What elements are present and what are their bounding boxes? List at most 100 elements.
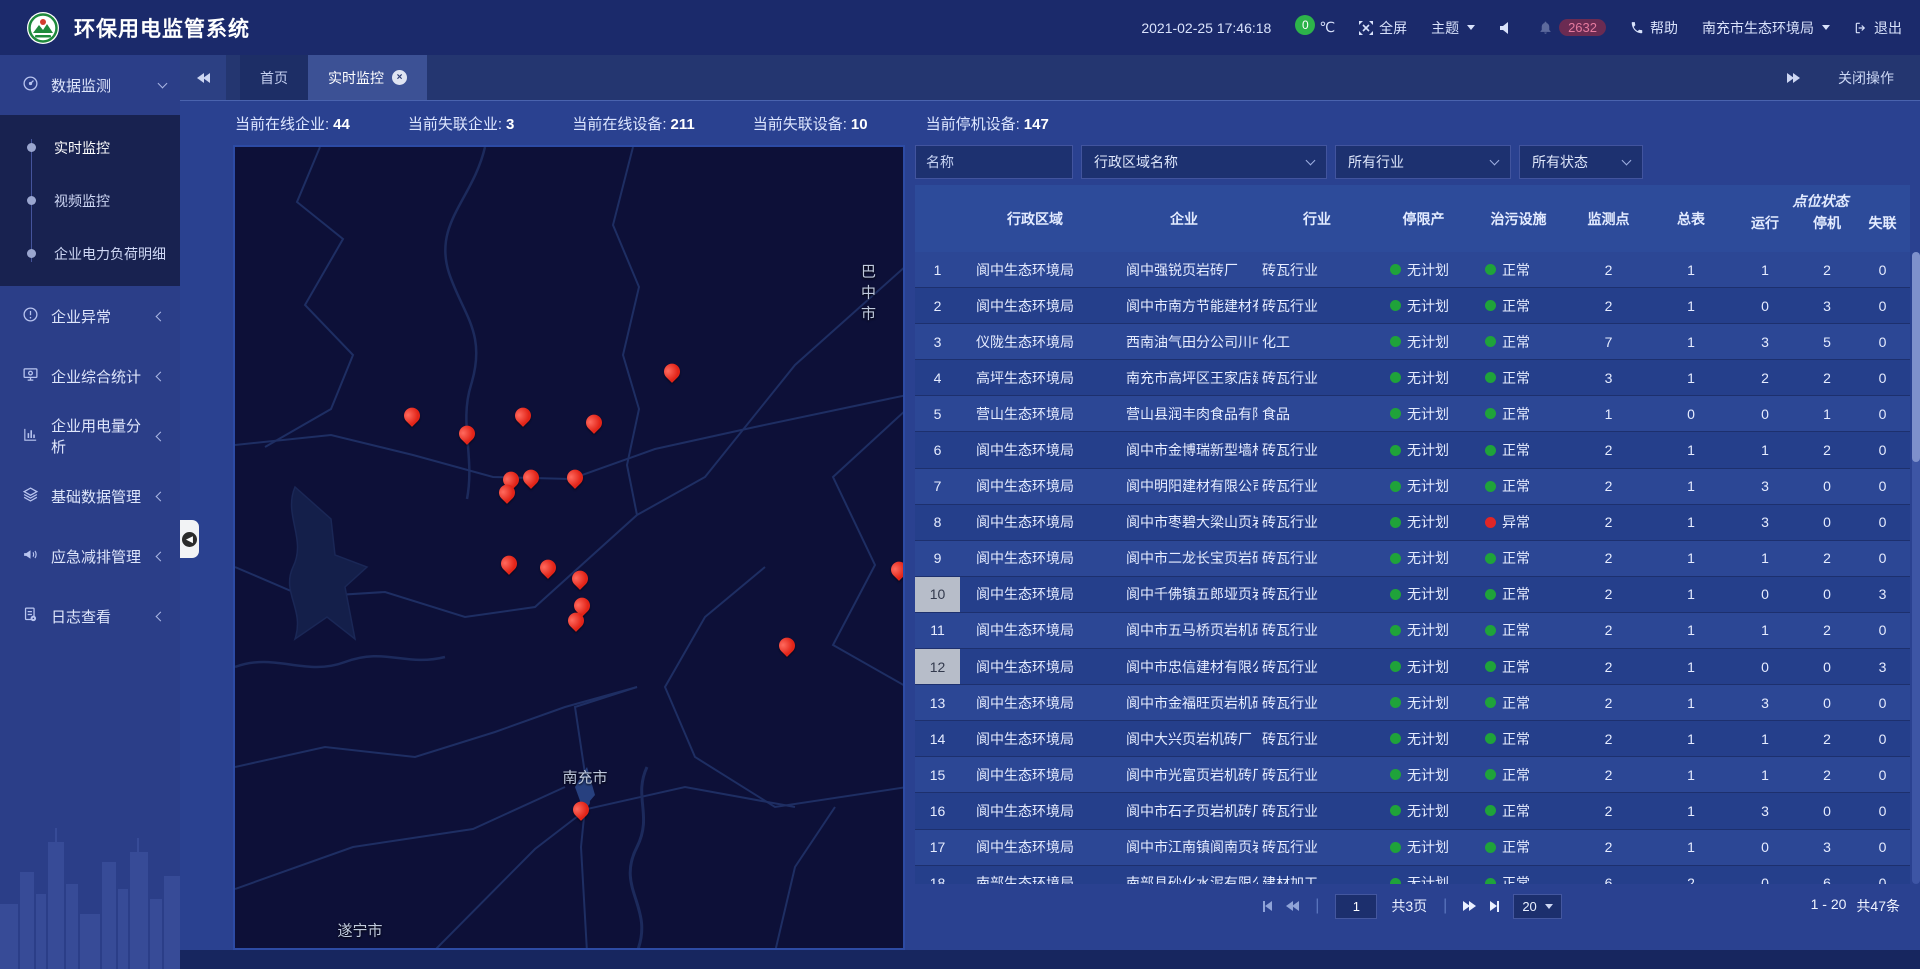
cell-facility: 正常 <box>1471 360 1566 395</box>
sidebar-item-emergency-reduction[interactable]: 应急减排管理 <box>0 526 180 586</box>
tabs-scroll-left-button[interactable] <box>180 55 226 100</box>
cell-run: 0 <box>1731 830 1799 865</box>
tab-realtime-monitor[interactable]: 实时监控 <box>308 55 427 100</box>
status-dot-green <box>1485 445 1496 456</box>
cell-stop: 无计划 <box>1376 757 1471 792</box>
stat-label: 当前失联设备: <box>753 116 847 133</box>
col-total: 总表 <box>1651 185 1731 252</box>
sidebar-item-power-load-detail[interactable]: 企业电力负荷明细 <box>0 227 180 280</box>
table-row[interactable]: 2阆中生态环境局阆中市南方节能建材有砖瓦行业无计划正常21030 <box>915 288 1910 324</box>
table-row[interactable]: 13阆中生态环境局阆中市金福旺页岩机砖砖瓦行业无计划正常21300 <box>915 685 1910 721</box>
mute-button[interactable] <box>1499 21 1514 35</box>
page-number-input[interactable] <box>1335 894 1377 919</box>
cell-company: 阆中市石子页岩机砖厂 <box>1110 793 1258 828</box>
table-row[interactable]: 14阆中生态环境局阆中大兴页岩机砖厂砖瓦行业无计划正常21120 <box>915 721 1910 757</box>
status-dot-green <box>1390 661 1401 672</box>
table-row[interactable]: 8阆中生态环境局阆中市枣碧大梁山页岩砖瓦行业无计划异常21300 <box>915 505 1910 541</box>
table-row[interactable]: 6阆中生态环境局阆中市金博瑞新型墙材砖瓦行业无计划正常21120 <box>915 432 1910 468</box>
name-search-input[interactable] <box>915 145 1073 179</box>
cell-facility: 正常 <box>1471 324 1566 359</box>
cell-lost: 0 <box>1855 469 1910 504</box>
cell-lost: 0 <box>1855 288 1910 323</box>
table-row[interactable]: 17阆中生态环境局阆中市江南镇阆南页岩砖瓦行业无计划正常21030 <box>915 830 1910 866</box>
theme-selector[interactable]: 主题 <box>1431 18 1475 38</box>
status-dot-green <box>1390 445 1401 456</box>
status-dot-green <box>1390 553 1401 564</box>
industry-select[interactable]: 所有行业 <box>1335 145 1511 179</box>
sidebar-item-base-data[interactable]: 基础数据管理 <box>0 466 180 526</box>
status-text: 无计划 <box>1407 584 1449 604</box>
cell-stop: 无计划 <box>1376 866 1471 884</box>
prev-page-button[interactable] <box>1286 901 1299 911</box>
map-panel[interactable]: 巴中市南充市遂宁市 <box>233 145 905 950</box>
status-text: 无计划 <box>1407 837 1449 857</box>
sidebar-item-enterprise-statistics[interactable]: 企业综合统计 <box>0 346 180 406</box>
table-row[interactable]: 5营山生态环境局营山县润丰肉食品有限食品无计划正常10010 <box>915 396 1910 432</box>
table-row[interactable]: 1阆中生态环境局阆中强锐页岩砖厂砖瓦行业无计划正常21120 <box>915 252 1910 288</box>
cell-halt: 2 <box>1799 432 1855 467</box>
notification-count: 2632 <box>1559 19 1606 36</box>
cell-halt: 0 <box>1799 685 1855 720</box>
stat-item: 当前停机设备:147 <box>926 113 1049 134</box>
cell-num: 7 <box>915 469 960 504</box>
tab-close-icon[interactable] <box>392 70 407 85</box>
sidebar-item-log-view[interactable]: 日志查看 <box>0 586 180 646</box>
sidebar-item-realtime-monitor[interactable]: 实时监控 <box>0 121 180 174</box>
status-select[interactable]: 所有状态 <box>1519 145 1643 179</box>
cell-lost: 0 <box>1855 324 1910 359</box>
table-row[interactable]: 16阆中生态环境局阆中市石子页岩机砖厂砖瓦行业无计划正常21300 <box>915 793 1910 829</box>
notification-badge[interactable]: 2632 <box>1538 19 1606 36</box>
status-dot-green <box>1390 589 1401 600</box>
table-row[interactable]: 9阆中生态环境局阆中市二龙长宝页岩砖砖瓦行业无计划正常21120 <box>915 541 1910 577</box>
col-lost: 失联 <box>1855 213 1910 252</box>
sidebar-item-enterprise-abnormal[interactable]: 企业异常 <box>0 286 180 346</box>
table-row[interactable]: 11阆中生态环境局阆中市五马桥页岩机砖砖瓦行业无计划正常21120 <box>915 613 1910 649</box>
table-scrollbar[interactable] <box>1912 252 1920 884</box>
table-row[interactable]: 12阆中生态环境局阆中市忠信建材有限公砖瓦行业无计划正常21003 <box>915 649 1910 685</box>
cell-facility: 正常 <box>1471 613 1566 648</box>
sidebar-item-data-monitoring[interactable]: 数据监测 <box>0 55 180 115</box>
cell-company: 阆中市金福旺页岩机砖 <box>1110 685 1258 720</box>
org-selector[interactable]: 南充市生态环境局 <box>1702 18 1830 38</box>
fullscreen-button[interactable]: 全屏 <box>1359 18 1407 38</box>
next-page-button[interactable] <box>1463 901 1476 911</box>
status-text: 正常 <box>1502 873 1530 884</box>
table-row[interactable]: 4高坪生态环境局南充市高坪区王家店建砖瓦行业无计划正常31220 <box>915 360 1910 396</box>
gauge-icon <box>22 75 39 96</box>
tabs-scroll-right-button[interactable] <box>1787 73 1800 83</box>
chevron-down-icon <box>1467 25 1475 30</box>
help-button[interactable]: 帮助 <box>1630 18 1678 38</box>
close-operations-button[interactable]: 关闭操作 <box>1838 68 1894 88</box>
region-select[interactable]: 行政区域名称 <box>1081 145 1327 179</box>
stat-label: 当前停机设备: <box>926 116 1020 133</box>
phone-icon <box>1630 21 1644 35</box>
table-row[interactable]: 3仪陇生态环境局西南油气田分公司川中化工无计划正常71350 <box>915 324 1910 360</box>
status-dot-green <box>1390 408 1401 419</box>
table-row[interactable]: 18南部生态环境局南部县砂化水泥有限公建材加工无计划正常62060 <box>915 866 1910 884</box>
tab-home[interactable]: 首页 <box>240 55 308 100</box>
cell-halt: 6 <box>1799 866 1855 884</box>
sidebar-item-label: 日志查看 <box>51 606 145 627</box>
page-size-select[interactable]: 20 <box>1513 894 1561 919</box>
table-row[interactable]: 10阆中生态环境局阆中千佛镇五郎垭页岩砖瓦行业无计划正常21003 <box>915 577 1910 613</box>
chevron-down-icon <box>1822 25 1830 30</box>
cell-region: 阆中生态环境局 <box>960 577 1110 612</box>
cell-monitor: 7 <box>1566 324 1651 359</box>
stat-value: 3 <box>506 116 514 133</box>
table-row[interactable]: 15阆中生态环境局阆中市光富页岩机砖厂砖瓦行业无计划正常21120 <box>915 757 1910 793</box>
table-row[interactable]: 7阆中生态环境局阆中明阳建材有限公司砖瓦行业无计划正常21300 <box>915 469 1910 505</box>
cell-halt: 0 <box>1799 793 1855 828</box>
cell-company: 阆中市忠信建材有限公 <box>1110 649 1258 684</box>
first-page-button[interactable] <box>1263 901 1272 912</box>
last-page-button[interactable] <box>1490 901 1499 912</box>
chevron-left-icon <box>156 431 166 441</box>
cell-region: 阆中生态环境局 <box>960 649 1110 684</box>
cell-run: 1 <box>1731 432 1799 467</box>
scrollbar-thumb[interactable] <box>1912 252 1920 462</box>
logout-button[interactable]: 退出 <box>1854 18 1902 38</box>
sidebar-item-video-monitor[interactable]: 视频监控 <box>0 174 180 227</box>
cell-monitor: 3 <box>1566 360 1651 395</box>
sidebar-collapse-button[interactable]: ◀ <box>180 520 199 558</box>
cell-total: 1 <box>1651 252 1731 287</box>
sidebar-item-power-analysis[interactable]: 企业用电量分析 <box>0 406 180 466</box>
